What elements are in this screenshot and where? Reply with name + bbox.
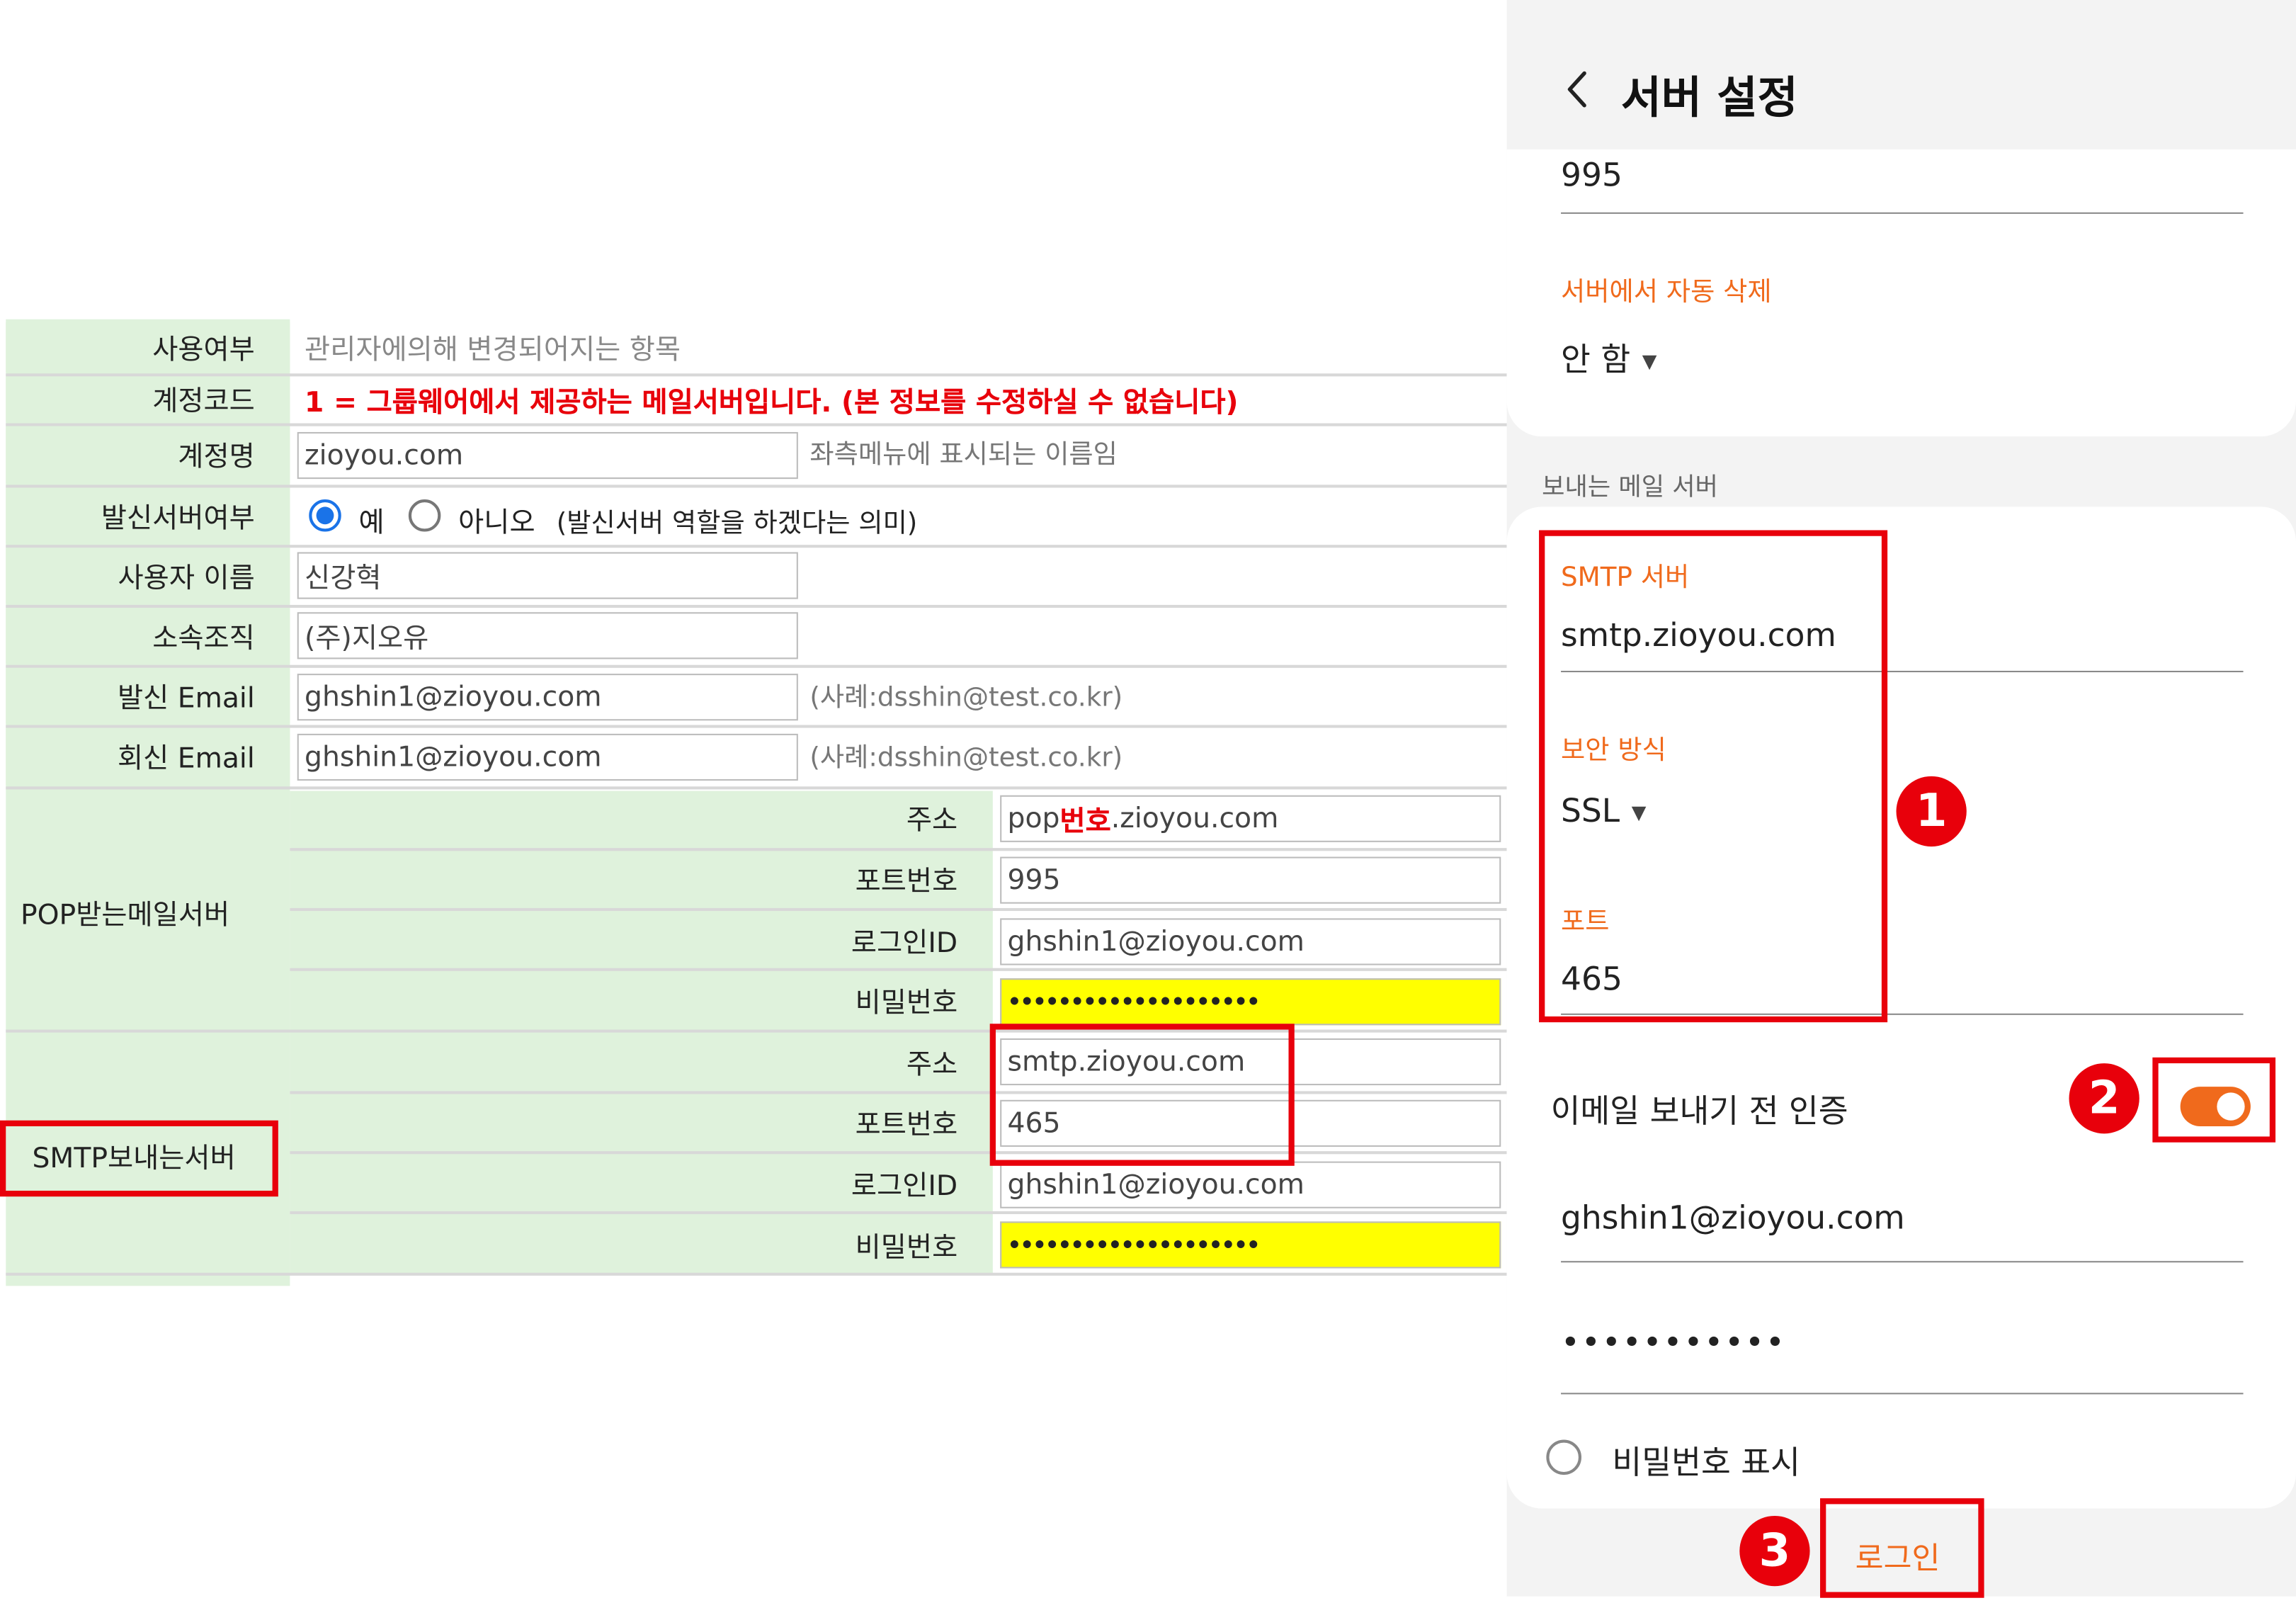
smtp-settings-highlight xyxy=(1539,530,1888,1023)
pop-port-input[interactable]: 995 xyxy=(1000,856,1501,904)
password-input[interactable]: ••••••••••• xyxy=(1561,1325,1786,1362)
reply-email-input[interactable]: ghshin1@zioyou.com xyxy=(297,733,798,781)
login-button-highlight xyxy=(1820,1498,1984,1598)
sending-server-label: 발신서버여부 xyxy=(6,487,290,544)
smtp-address-label: 주소 xyxy=(906,1048,958,1081)
account-name-label: 계정명 xyxy=(6,426,290,484)
organization-input[interactable]: (주)지오유 xyxy=(297,612,798,659)
show-password-label: 비밀번호 표시 xyxy=(1612,1445,1800,1483)
smtp-login-label: 로그인ID xyxy=(851,1170,958,1203)
step-1-badge: 1 xyxy=(1896,776,1967,847)
auto-delete-label: 서버에서 자동 삭제 xyxy=(1561,276,1772,308)
reply-email-hint: (사례:dsshin@test.co.kr) xyxy=(809,742,1123,774)
pop-address-suffix: .zioyou.com xyxy=(1110,803,1279,835)
show-password-radio[interactable] xyxy=(1546,1439,1582,1475)
auth-toggle-highlight xyxy=(2152,1057,2276,1143)
smtp-port-label: 포트번호 xyxy=(855,1109,958,1141)
sender-email-hint: (사례:dsshin@test.co.kr) xyxy=(809,682,1123,713)
auto-delete-value: 안 함 xyxy=(1561,342,1631,380)
account-name-hint: 좌측메뉴에 표시되는 이름임 xyxy=(809,439,1118,470)
pop-address-input[interactable]: pop 번호 .zioyou.com xyxy=(1000,795,1501,842)
account-name-input[interactable]: zioyou.com xyxy=(297,431,798,480)
smtp-group-highlight xyxy=(0,1120,278,1197)
auth-label: 이메일 보내기 전 인증 xyxy=(1550,1094,1848,1131)
page-title: 서버 설정 xyxy=(1620,73,1798,125)
usage-value: 관리자에의해 변경되어지는 항목 xyxy=(305,334,681,366)
pop-group-label: POP받는메일서버 xyxy=(20,899,230,931)
caret-down-icon: ▼ xyxy=(1642,351,1657,373)
radio-dot-icon xyxy=(316,506,334,525)
pop-address-label: 주소 xyxy=(906,804,958,837)
pop-address-mid: 번호 xyxy=(1059,805,1111,837)
chevron-left-icon[interactable] xyxy=(1557,64,1601,114)
pop-password-input[interactable]: •••••••••••••••••••• xyxy=(1000,978,1501,1026)
radio-no-label: 아니오 xyxy=(458,506,535,539)
incoming-port-value[interactable]: 995 xyxy=(1561,158,1622,195)
pop-password-label: 비밀번호 xyxy=(855,987,958,1020)
sender-email-input[interactable]: ghshin1@zioyou.com xyxy=(297,674,798,721)
pop-address-prefix: pop xyxy=(1007,803,1060,835)
sender-email-label: 발신 Email xyxy=(6,667,290,724)
usage-label: 사용여부 xyxy=(6,322,290,373)
radio-no[interactable] xyxy=(408,499,441,532)
radio-yes-label: 예 xyxy=(358,506,385,539)
pop-login-label: 로그인ID xyxy=(851,927,958,960)
user-name-label: 사용자 이름 xyxy=(6,548,290,604)
account-code-value: 1 = 그룹웨어에서 제공하는 메일서버입니다. (본 정보를 수정하실 수 없… xyxy=(305,386,1239,419)
sending-server-note: (발신서버 역할을 하겠다는 의미) xyxy=(556,508,918,539)
step-2-badge: 2 xyxy=(2069,1063,2139,1134)
radio-yes[interactable] xyxy=(309,499,341,532)
account-code-label: 계정코드 xyxy=(6,376,290,422)
username-input[interactable]: ghshin1@zioyou.com xyxy=(1561,1201,1905,1237)
pop-login-input[interactable]: ghshin1@zioyou.com xyxy=(1000,918,1501,965)
outgoing-section-title: 보내는 메일 서버 xyxy=(1542,472,1718,503)
organization-label: 소속조직 xyxy=(6,608,290,664)
auto-delete-dropdown[interactable]: 안 함 ▼ xyxy=(1561,334,1656,380)
smtp-login-input[interactable]: ghshin1@zioyou.com xyxy=(1000,1161,1501,1208)
smtp-address-port-highlight xyxy=(989,1024,1295,1166)
smtp-password-label: 비밀번호 xyxy=(855,1231,958,1264)
smtp-password-input[interactable]: •••••••••••••••••••• xyxy=(1000,1221,1501,1269)
pop-port-label: 포트번호 xyxy=(855,865,958,898)
reply-email-label: 회신 Email xyxy=(6,727,290,786)
step-3-badge: 3 xyxy=(1739,1515,1810,1587)
user-name-input[interactable]: 신강혁 xyxy=(297,552,798,599)
